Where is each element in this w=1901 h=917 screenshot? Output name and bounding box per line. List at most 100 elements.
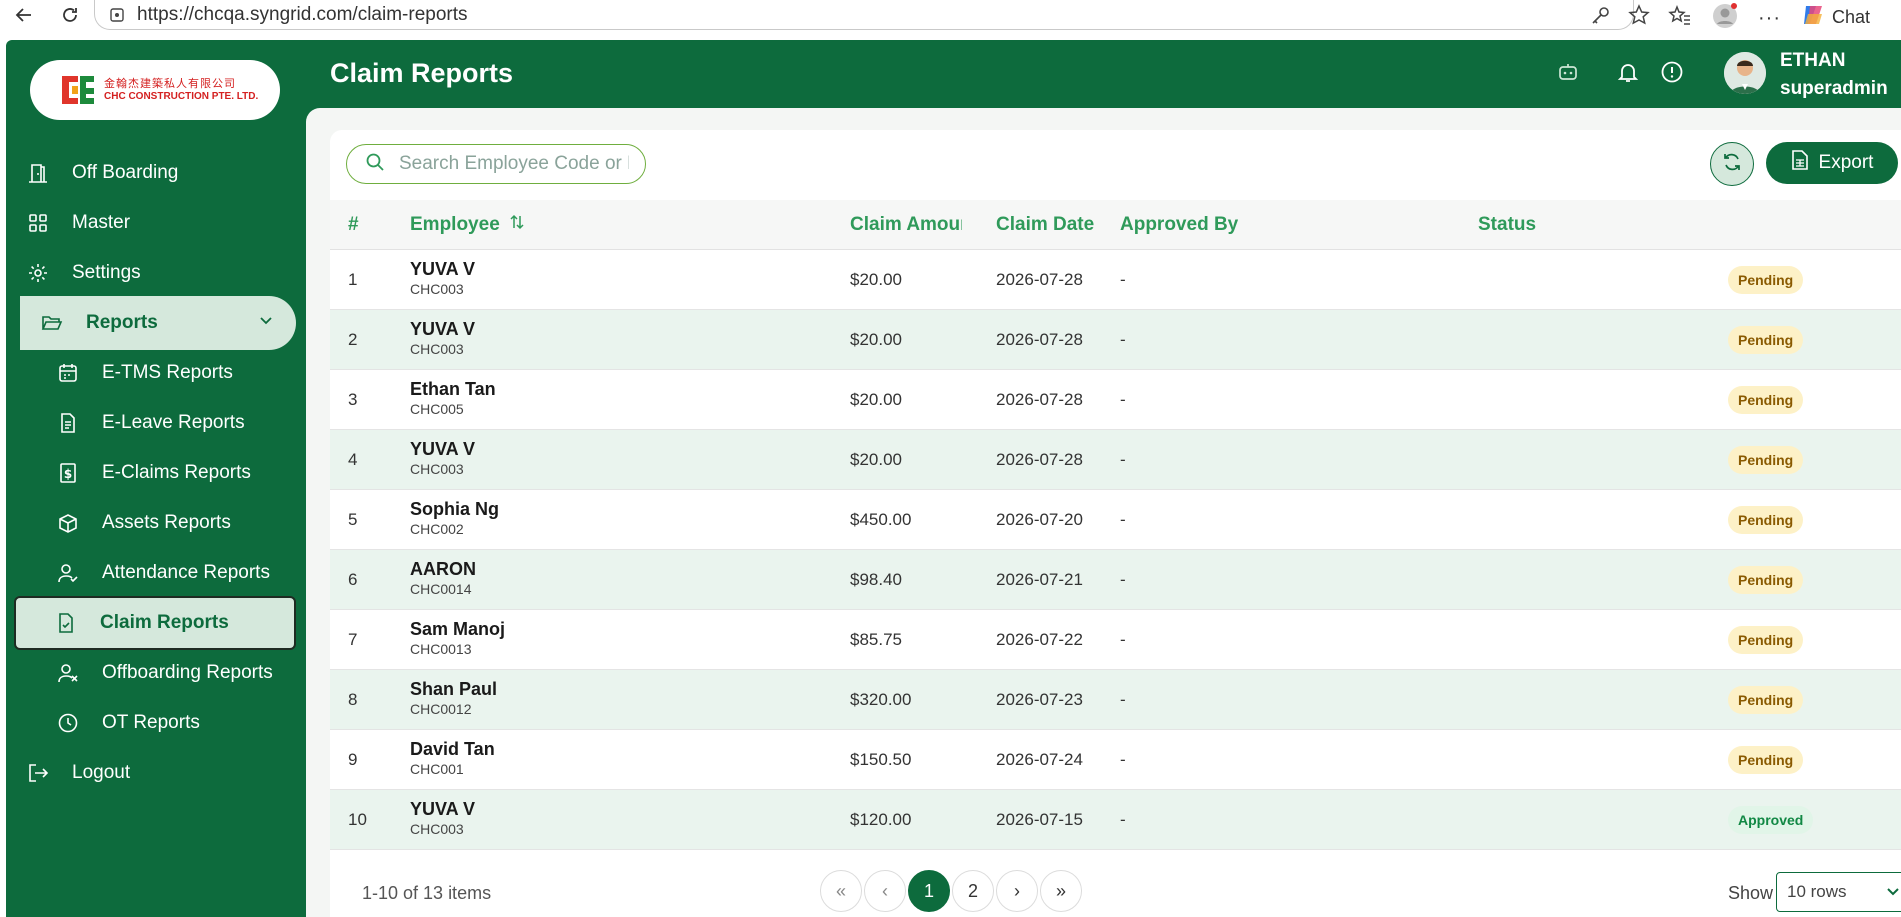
sidebar-item-label: E-Leave Reports bbox=[102, 412, 245, 433]
sidebar-item-attendance-reports[interactable]: Attendance Reports bbox=[56, 546, 270, 600]
profile-icon[interactable] bbox=[1712, 3, 1738, 34]
back-arrow-icon[interactable] bbox=[10, 1, 38, 29]
approved-by: - bbox=[1120, 330, 1126, 349]
company-logo[interactable]: 金翰杰建築私人有限公司 CHC CONSTRUCTION PTE. LTD. bbox=[30, 60, 280, 120]
rows-per-page-value: 10 rows bbox=[1787, 882, 1847, 901]
employee-name: Ethan Tan bbox=[410, 379, 496, 399]
sidebar-item-off-boarding[interactable]: Off Boarding bbox=[26, 146, 178, 200]
table-row[interactable]: 9 David Tan CHC001 $150.50 2026-07-24 - Pendin… bbox=[330, 730, 1901, 790]
col-approved-by[interactable]: Approved By bbox=[1120, 214, 1238, 236]
table-row[interactable]: 3 Ethan Tan CHC005 $20.00 2026-07-28 - Pending bbox=[330, 370, 1901, 430]
export-button[interactable]: Export bbox=[1766, 142, 1898, 184]
approved-by: - bbox=[1120, 510, 1126, 529]
claim-amount: $20.00 bbox=[850, 450, 902, 469]
double-chevron-right-icon: » bbox=[1055, 880, 1066, 901]
chevron-down-icon bbox=[258, 312, 274, 334]
reload-icon[interactable] bbox=[56, 1, 84, 29]
claim-date: 2026-07-20 bbox=[996, 510, 1083, 529]
grid-icon bbox=[26, 211, 50, 235]
status-badge: Pending bbox=[1728, 686, 1804, 714]
last-page-button[interactable]: » bbox=[1040, 870, 1082, 912]
table-row[interactable]: 8 Shan Paul CHC0012 $320.00 2026-07-23 - Pendi… bbox=[330, 670, 1901, 730]
favorite-star-icon[interactable] bbox=[1628, 4, 1650, 31]
row-index: 9 bbox=[348, 750, 358, 769]
table-row[interactable]: 4 YUVA V CHC003 $20.00 2026-07-28 - Pending bbox=[330, 430, 1901, 490]
claim-date: 2026-07-23 bbox=[996, 690, 1083, 709]
notification-bell-icon[interactable] bbox=[1608, 52, 1648, 92]
table-row[interactable]: 6 AARON CHC0014 $98.40 2026-07-21 - Pending bbox=[330, 550, 1901, 610]
col-claim-date[interactable]: Claim Date bbox=[996, 214, 1094, 236]
approved-by: - bbox=[1120, 390, 1126, 409]
sidebar-item-reports[interactable]: Reports bbox=[20, 296, 296, 350]
prev-page-button[interactable]: ‹ bbox=[864, 870, 906, 912]
sidebar-item-label: OT Reports bbox=[102, 712, 200, 733]
folder-open-icon bbox=[40, 311, 64, 335]
sort-icon[interactable] bbox=[509, 214, 525, 236]
employee-name: Shan Paul bbox=[410, 679, 498, 699]
sidebar-item-master[interactable]: Master bbox=[26, 196, 130, 250]
sidebar-item-e-claims-reports[interactable]: $ E-Claims Reports bbox=[56, 446, 251, 500]
first-page-button[interactable]: « bbox=[820, 870, 862, 912]
favorites-icon[interactable] bbox=[1668, 4, 1692, 33]
search-input[interactable] bbox=[399, 153, 629, 175]
browser-actions: ··· bbox=[1668, 3, 1781, 34]
claim-date: 2026-07-28 bbox=[996, 390, 1083, 409]
row-index: 3 bbox=[348, 390, 358, 409]
approved-by: - bbox=[1120, 810, 1126, 829]
col-claim-amount[interactable]: Claim Amount bbox=[850, 214, 962, 236]
site-info-icon[interactable] bbox=[109, 7, 125, 23]
sidebar-item-ot-reports[interactable]: OT Reports bbox=[56, 696, 200, 750]
copilot-chat-button[interactable]: Chat bbox=[1800, 2, 1870, 33]
page-button-2[interactable]: 2 bbox=[952, 870, 994, 912]
table-row[interactable]: 1 YUVA V CHC003 $20.00 2026-07-28 - Pending bbox=[330, 250, 1901, 310]
sidebar-item-offboarding-reports[interactable]: Offboarding Reports bbox=[56, 646, 273, 700]
table-row[interactable]: 7 Sam Manoj CHC0013 $85.75 2026-07-22 - Pendin… bbox=[330, 610, 1901, 670]
rows-per-page-select[interactable]: 10 rows bbox=[1776, 872, 1901, 912]
sidebar-item-claim-reports[interactable]: Claim Reports bbox=[14, 596, 296, 650]
search-box[interactable] bbox=[346, 144, 646, 184]
claim-amount: $20.00 bbox=[850, 330, 902, 349]
employee-code: CHC003 bbox=[410, 461, 464, 477]
address-bar[interactable]: https://chcqa.syngrid.com/claim-reports bbox=[94, 0, 1634, 30]
sidebar-item-assets-reports[interactable]: Assets Reports bbox=[56, 496, 231, 550]
table-row[interactable]: 2 YUVA V CHC003 $20.00 2026-07-28 - Pending bbox=[330, 310, 1901, 370]
more-options-icon[interactable]: ··· bbox=[1758, 7, 1781, 30]
refresh-button[interactable] bbox=[1710, 142, 1754, 186]
sidebar-item-e-leave-reports[interactable]: E-Leave Reports bbox=[56, 396, 245, 450]
search-icon bbox=[365, 152, 385, 177]
sidebar-item-label: E-TMS Reports bbox=[102, 362, 233, 383]
claim-amount: $150.50 bbox=[850, 750, 912, 769]
browser-toolbar: https://chcqa.syngrid.com/claim-reports … bbox=[0, 0, 1901, 30]
double-chevron-left-icon: « bbox=[835, 880, 846, 901]
page-button-1[interactable]: 1 bbox=[908, 870, 950, 912]
row-index: 7 bbox=[348, 630, 358, 649]
sidebar-item-label: Attendance Reports bbox=[102, 562, 270, 583]
table-row[interactable]: 5 Sophia Ng CHC002 $450.00 2026-07-20 - Pendin… bbox=[330, 490, 1901, 550]
info-alert-icon[interactable] bbox=[1652, 52, 1692, 92]
col-employee-header[interactable]: Employee bbox=[410, 214, 525, 236]
sidebar: 金翰杰建築私人有限公司 CHC CONSTRUCTION PTE. LTD. O… bbox=[6, 40, 306, 917]
employee-code: CHC001 bbox=[410, 761, 464, 777]
row-index: 5 bbox=[348, 510, 358, 529]
employee-name: AARON bbox=[410, 559, 476, 579]
avatar[interactable] bbox=[1724, 52, 1766, 94]
status-badge: Pending bbox=[1728, 446, 1804, 474]
claim-amount: $450.00 bbox=[850, 510, 912, 529]
next-page-button[interactable]: › bbox=[996, 870, 1038, 912]
approved-by: - bbox=[1120, 690, 1126, 709]
sidebar-item-logout[interactable]: Logout bbox=[26, 746, 130, 800]
box-icon bbox=[56, 511, 80, 535]
employee-code: CHC0012 bbox=[410, 701, 472, 717]
col-status[interactable]: Status bbox=[1478, 214, 1536, 236]
main-content: Export # Employee Claim Amount Claim Dat… bbox=[306, 108, 1901, 917]
assistant-bot-icon[interactable] bbox=[1548, 52, 1588, 92]
status-badge: Pending bbox=[1728, 626, 1804, 654]
employee-name: YUVA V bbox=[410, 799, 476, 819]
sidebar-item-e-tms-reports[interactable]: E-TMS Reports bbox=[56, 346, 233, 400]
key-icon[interactable] bbox=[1590, 4, 1612, 31]
sidebar-item-settings[interactable]: Settings bbox=[26, 246, 141, 300]
sidebar-item-label: Off Boarding bbox=[72, 162, 179, 183]
sidebar-item-label: Assets Reports bbox=[102, 512, 231, 533]
table-row[interactable]: 10 YUVA V CHC003 $120.00 2026-07-15 - Approved bbox=[330, 790, 1901, 850]
chevron-left-icon: ‹ bbox=[882, 880, 888, 901]
